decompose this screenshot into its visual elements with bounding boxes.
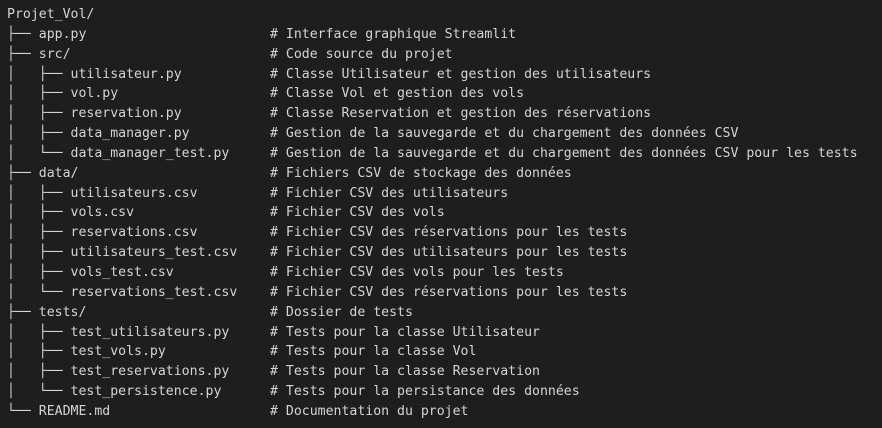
tree-branch-glyph: │ └── <box>7 384 71 400</box>
file-name: vols_test.csv <box>70 264 174 280</box>
file-comment: # Dossier de tests <box>270 304 413 320</box>
file-comment: # Tests pour la classe Utilisateur <box>270 324 540 340</box>
tree-row: ├── app.py # Interface graphique Streamli… <box>7 25 882 45</box>
tree-branch-glyph: │ ├── <box>7 86 71 102</box>
file-comment: # Fichier CSV des utilisateurs pour les … <box>270 245 628 261</box>
tree-lines: ├── app.py # Interface graphique Streamli… <box>7 25 882 422</box>
file-comment: # Gestion de la sauvegarde et du chargem… <box>270 126 739 142</box>
file-comment: # Fichier CSV des utilisateurs <box>270 185 509 201</box>
tree-row: │ ├── reservations.csv # Fichier CSV des … <box>7 223 882 243</box>
tree-branch-glyph: ├── <box>7 165 39 181</box>
tree-row: ├── data/ # Fichiers CSV de stockage des … <box>7 164 882 184</box>
tree-row: │ ├── vol.py # Classe Vol et gestion des … <box>7 84 882 104</box>
file-name: data_manager.py <box>70 126 190 142</box>
tree-branch-glyph: │ ├── <box>7 106 71 122</box>
file-name: utilisateur.py <box>70 66 182 82</box>
file-name: reservations.csv <box>70 225 198 241</box>
file-comment: # Fichier CSV des vols <box>270 205 445 221</box>
file-comment: # Tests pour la persistance des données <box>270 384 580 400</box>
tree-row: └── README.md # Documentation du projet <box>7 402 882 422</box>
tree-row: ├── src/ # Code source du projet <box>7 45 882 65</box>
tree-root: Projet_Vol/ <box>7 5 882 25</box>
file-comment: # Fichier CSV des réservations pour les … <box>270 284 628 300</box>
file-comment: # Classe Utilisateur et gestion des util… <box>270 66 652 82</box>
file-comment: # Documentation du projet <box>270 403 469 419</box>
tree-branch-glyph: ├── <box>7 46 39 62</box>
file-comment: # Tests pour la classe Vol <box>270 344 477 360</box>
file-name: reservation.py <box>70 106 182 122</box>
file-name: reservations_test.csv <box>70 284 238 300</box>
tree-row: │ ├── utilisateurs.csv # Fichier CSV des … <box>7 184 882 204</box>
tree-branch-glyph: │ └── <box>7 145 71 161</box>
tree-row: ├── tests/ # Dossier de tests <box>7 303 882 323</box>
tree-row: │ └── data_manager_test.py # Gestion de l… <box>7 144 882 164</box>
tree-branch-glyph: │ ├── <box>7 324 71 340</box>
tree-row: │ ├── test_reservations.py # Tests pour l… <box>7 362 882 382</box>
tree-branch-glyph: └── <box>7 403 39 419</box>
file-comment: # Gestion de la sauvegarde et du chargem… <box>270 145 858 161</box>
tree-branch-glyph: │ ├── <box>7 225 71 241</box>
file-name: app.py <box>38 26 87 42</box>
tree-row: │ ├── utilisateurs_test.csv # Fichier CSV… <box>7 243 882 263</box>
file-comment: # Classe Vol et gestion des vols <box>270 86 525 102</box>
tree-row: │ ├── test_vols.py # Tests pour la classe… <box>7 342 882 362</box>
file-comment: # Fichier CSV des réservations pour les … <box>270 225 628 241</box>
tree-branch-glyph: ├── <box>7 304 39 320</box>
file-name: test_persistence.py <box>70 384 222 400</box>
tree-row: │ ├── vols.csv # Fichier CSV des vols <box>7 203 882 223</box>
tree-row: │ ├── vols_test.csv # Fichier CSV des vol… <box>7 263 882 283</box>
file-name: data_manager_test.py <box>70 145 230 161</box>
tree-branch-glyph: │ ├── <box>7 185 71 201</box>
file-name: test_vols.py <box>70 344 166 360</box>
file-name: vols.csv <box>70 205 135 221</box>
file-name: src/ <box>38 46 71 62</box>
tree-branch-glyph: │ ├── <box>7 264 71 280</box>
tree-branch-glyph: │ ├── <box>7 66 71 82</box>
file-comment: # Fichier CSV des vols pour les tests <box>270 264 564 280</box>
tree-branch-glyph: │ ├── <box>7 364 71 380</box>
file-name: utilisateurs_test.csv <box>70 245 238 261</box>
file-name: data/ <box>38 165 79 181</box>
file-comment: # Fichiers CSV de stockage des données <box>270 165 572 181</box>
tree-branch-glyph: │ ├── <box>7 205 71 221</box>
tree-branch-glyph: │ ├── <box>7 344 71 360</box>
tree-row: │ ├── test_utilisateurs.py # Tests pour l… <box>7 323 882 343</box>
file-name: utilisateurs.csv <box>70 185 198 201</box>
file-name: vol.py <box>70 86 119 102</box>
tree-branch-glyph: │ ├── <box>7 245 71 261</box>
tree-row: │ └── reservations_test.csv # Fichier CSV… <box>7 283 882 303</box>
tree-row: │ ├── reservation.py # Classe Reservation… <box>7 104 882 124</box>
file-comment: # Classe Reservation et gestion des rése… <box>270 106 652 122</box>
file-name: README.md <box>38 403 111 419</box>
tree-branch-glyph: ├── <box>7 26 39 42</box>
file-comment: # Interface graphique Streamlit <box>270 26 517 42</box>
file-name: tests/ <box>38 304 87 320</box>
root-folder-name: Projet_Vol/ <box>7 7 95 22</box>
code-block: Projet_Vol/ ├── app.py # Interface graphi… <box>0 0 882 428</box>
tree-row: │ ├── data_manager.py # Gestion de la sau… <box>7 124 882 144</box>
tree-row: │ ├── utilisateur.py # Classe Utilisateur… <box>7 65 882 85</box>
file-name: test_reservations.py <box>70 364 230 380</box>
file-comment: # Code source du projet <box>270 46 453 62</box>
tree-branch-glyph: │ ├── <box>7 126 71 142</box>
tree-row: │ └── test_persistence.py # Tests pour la… <box>7 382 882 402</box>
file-name: test_utilisateurs.py <box>70 324 230 340</box>
file-comment: # Tests pour la classe Reservation <box>270 364 540 380</box>
tree-branch-glyph: │ └── <box>7 284 71 300</box>
